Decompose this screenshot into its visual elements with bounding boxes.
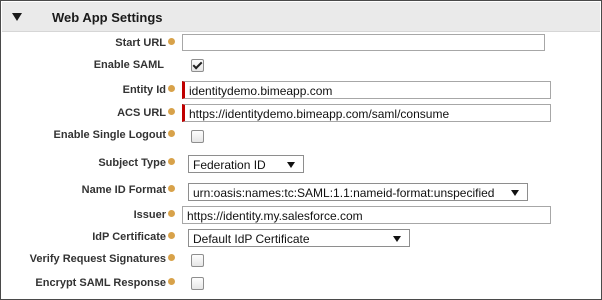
issuer-label: Issuer (134, 209, 175, 221)
subject-type-label-text: Subject Type (98, 157, 166, 169)
help-icon[interactable] (168, 38, 175, 45)
caret-down-icon (287, 162, 295, 168)
name-id-format-label: Name ID Format (82, 184, 175, 196)
verify-request-signatures-checkbox[interactable] (191, 254, 204, 267)
encrypt-saml-response-label: Encrypt SAML Response (35, 277, 175, 289)
idp-certificate-select[interactable]: Default IdP Certificate (188, 229, 410, 247)
encrypt-saml-response-checkbox[interactable] (191, 277, 204, 290)
issuer-label-text: Issuer (133, 209, 166, 221)
verify-request-signatures-label-text: Verify Request Signatures (29, 253, 166, 265)
help-icon[interactable] (168, 254, 175, 261)
issuer-input[interactable]: https://identity.my.salesforce.com (182, 206, 551, 224)
acs-url-label: ACS URL (117, 107, 175, 119)
enable-single-logout-checkbox[interactable] (191, 130, 204, 143)
caret-down-icon (393, 236, 401, 242)
subject-type-value: Federation ID (193, 158, 266, 172)
acs-url-label-text: ACS URL (117, 107, 166, 119)
web-app-settings-panel: Web App Settings Start URL Enable SAML E… (0, 0, 602, 300)
enable-saml-checkbox[interactable] (191, 59, 204, 72)
entity-id-input[interactable]: identitydemo.bimeapp.com (182, 81, 551, 99)
help-icon[interactable] (168, 185, 175, 192)
idp-certificate-label: IdP Certificate (92, 231, 175, 243)
help-icon[interactable] (168, 130, 175, 137)
section-title: Web App Settings (52, 10, 163, 25)
caret-down-icon (511, 190, 519, 196)
idp-certificate-value: Default IdP Certificate (193, 232, 310, 246)
name-id-format-select[interactable]: urn:oasis:names:tc:SAML:1.1:nameid-forma… (188, 183, 528, 201)
help-icon[interactable] (168, 108, 175, 115)
verify-request-signatures-label: Verify Request Signatures (30, 253, 175, 265)
entity-id-label-text: Entity Id (122, 84, 166, 96)
subject-type-select[interactable]: Federation ID (188, 155, 304, 173)
help-icon[interactable] (168, 278, 175, 285)
name-id-format-label-text: Name ID Format (81, 184, 166, 196)
entity-id-label: Entity Id (123, 84, 175, 96)
subject-type-label: Subject Type (98, 157, 175, 169)
encrypt-saml-response-label-text: Encrypt SAML Response (35, 277, 166, 289)
start-url-input[interactable] (182, 34, 545, 51)
name-id-format-value: urn:oasis:names:tc:SAML:1.1:nameid-forma… (193, 186, 495, 200)
help-icon[interactable] (168, 85, 175, 92)
help-icon[interactable] (168, 158, 175, 165)
enable-single-logout-label-text: Enable Single Logout (53, 129, 166, 141)
enable-saml-label-text: Enable SAML (93, 59, 164, 71)
idp-certificate-label-text: IdP Certificate (92, 231, 166, 243)
collapse-triangle-icon[interactable] (12, 13, 22, 21)
help-icon[interactable] (168, 232, 175, 239)
section-header[interactable]: Web App Settings (2, 2, 600, 32)
enable-single-logout-label: Enable Single Logout (54, 129, 175, 141)
help-icon[interactable] (168, 210, 175, 217)
start-url-label-text: Start URL (115, 37, 166, 49)
start-url-label: Start URL (115, 37, 175, 49)
acs-url-input[interactable]: https://identitydemo.bimeapp.com/saml/co… (182, 104, 551, 122)
enable-saml-label: Enable SAML (94, 59, 164, 71)
